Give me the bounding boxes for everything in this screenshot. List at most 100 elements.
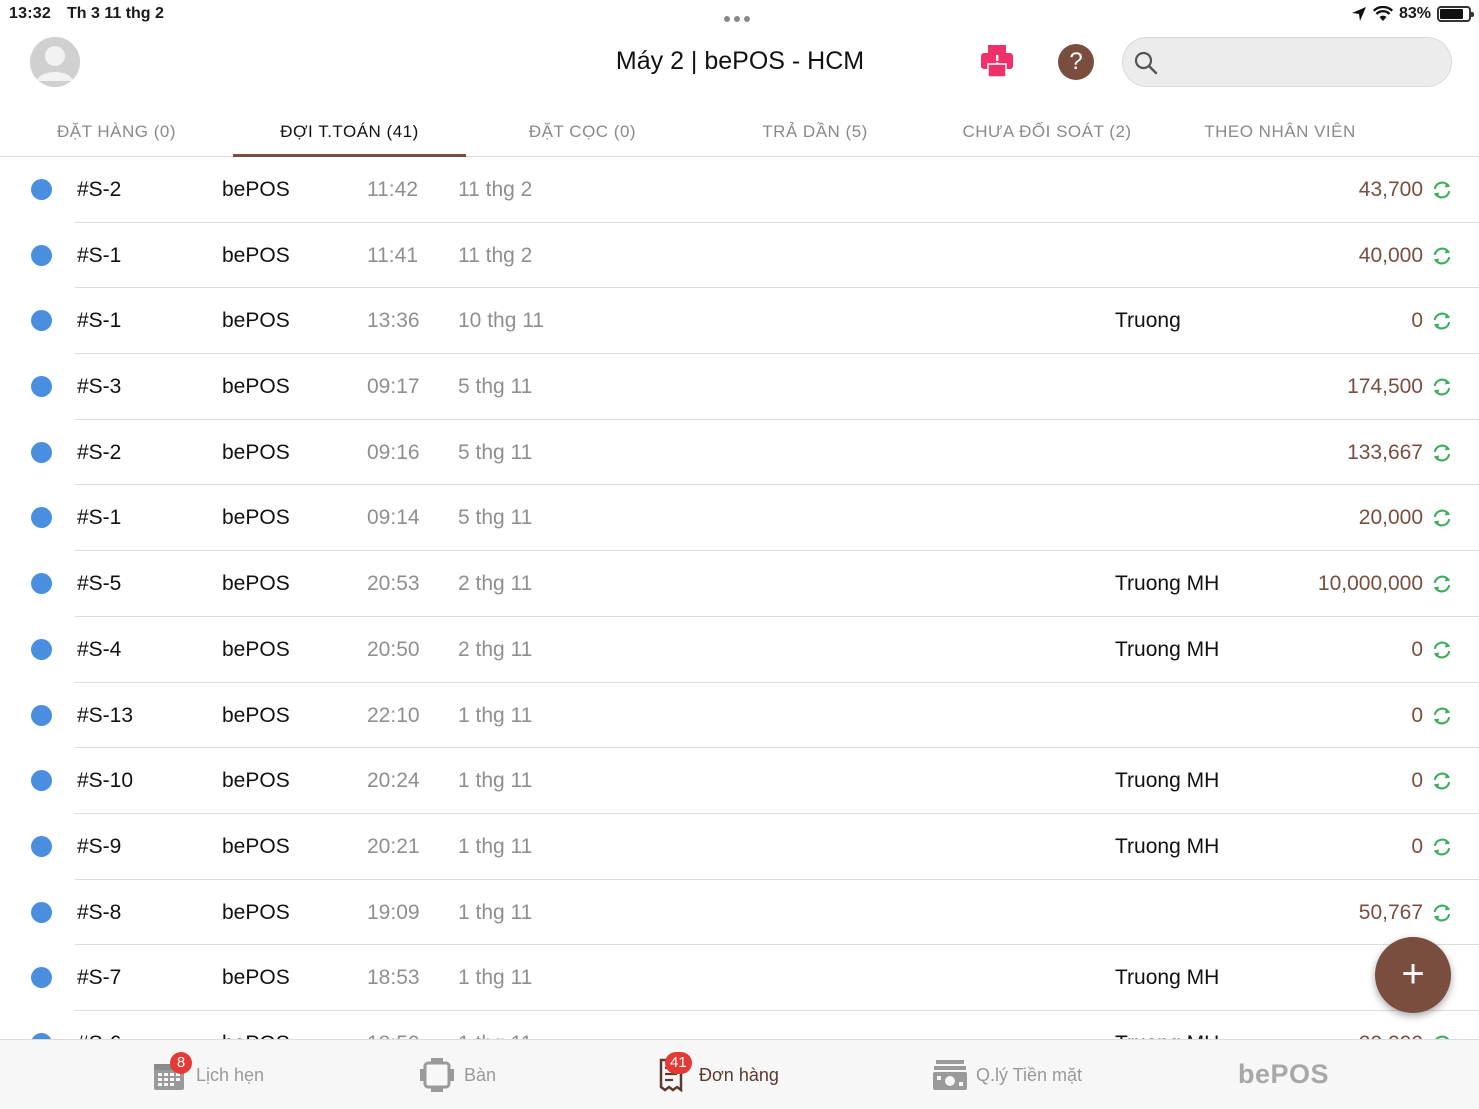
order-row[interactable]: #S-1 bePOS 13:36 10 thg 11 Truong 0 — [0, 288, 1479, 354]
battery-icon — [1437, 6, 1474, 22]
order-date: 1 thg 11 — [458, 1011, 532, 1039]
order-amount: 133,667 — [1347, 440, 1423, 464]
status-time: 13:32 — [9, 5, 51, 22]
order-store: bePOS — [222, 637, 290, 661]
calendar-icon: 8 — [152, 1052, 192, 1092]
sync-icon[interactable] — [1431, 245, 1453, 267]
order-row[interactable]: #S-10 bePOS 20:24 1 thg 11 Truong MH 0 — [0, 748, 1479, 814]
order-time: 18:50 — [367, 1011, 420, 1039]
order-date: 2 thg 11 — [458, 572, 533, 596]
search-icon — [1134, 51, 1158, 75]
status-indicators: 83% — [1351, 4, 1474, 24]
order-time: 09:14 — [367, 506, 420, 530]
order-row[interactable]: #S-2 bePOS 09:16 5 thg 11 133,667 — [0, 420, 1479, 486]
printer-button[interactable] — [978, 42, 1016, 80]
status-dot — [31, 376, 52, 398]
nav-label: Đơn hàng — [699, 1064, 779, 1085]
order-time: 20:53 — [367, 572, 420, 596]
order-list[interactable]: #S-2 bePOS 11:42 11 thg 2 43,700 #S-1 be… — [0, 157, 1479, 1039]
order-store: bePOS — [222, 243, 290, 267]
tab-tra-dan[interactable]: TRẢ DẦN (5) — [699, 108, 931, 156]
order-code: #S-5 — [77, 572, 122, 596]
order-staff: Truong MH — [1115, 769, 1220, 793]
sync-icon[interactable] — [1431, 836, 1453, 858]
order-code: #S-7 — [77, 966, 122, 990]
order-time: 09:16 — [367, 440, 420, 464]
order-amount: 43,700 — [1358, 178, 1423, 201]
order-row[interactable]: #S-5 bePOS 20:53 2 thg 11 Truong MH 10,0… — [0, 551, 1479, 617]
order-amount: 0 — [1411, 769, 1423, 793]
status-bar: 13:32 Th 3 11 thg 2 83% — [0, 0, 1479, 28]
order-code: #S-1 — [77, 506, 122, 530]
order-row[interactable]: #S-7 bePOS 18:53 1 thg 11 Truong MH — [0, 945, 1479, 1011]
tab-chua-doi-soat[interactable]: CHƯA ĐỐI SOÁT (2) — [931, 108, 1163, 156]
nav-item-ban[interactable]: Bàn — [420, 1052, 496, 1098]
sync-icon[interactable] — [1431, 770, 1453, 792]
order-row[interactable]: #S-6 bePOS 18:50 1 thg 11 Truong MH 20,0… — [0, 1011, 1479, 1039]
help-button[interactable]: ? — [1058, 44, 1094, 80]
nav-label: Bàn — [464, 1064, 497, 1085]
order-amount: 20,000 — [1358, 506, 1423, 530]
order-date: 2 thg 11 — [458, 637, 533, 661]
order-tabs: ĐẶT HÀNG (0) ĐỢI T.TOÁN (41) ĐẶT CỌC (0)… — [0, 108, 1479, 157]
order-store: bePOS — [222, 572, 290, 596]
order-row[interactable]: #S-2 bePOS 11:42 11 thg 2 43,700 — [0, 157, 1479, 223]
order-row[interactable]: #S-4 bePOS 20:50 2 thg 11 Truong MH 0 — [0, 617, 1479, 683]
order-amount: 50,767 — [1358, 900, 1423, 924]
order-amount: 20,000 — [1359, 1011, 1423, 1039]
sync-icon[interactable] — [1431, 376, 1453, 398]
order-date: 11 thg 2 — [458, 243, 533, 267]
order-row[interactable]: #S-1 bePOS 11:41 11 thg 2 40,000 — [0, 223, 1479, 289]
status-dot — [31, 638, 52, 660]
status-dot — [31, 441, 52, 463]
sync-icon[interactable] — [1431, 507, 1453, 529]
tab-dat-hang[interactable]: ĐẶT HÀNG (0) — [0, 108, 233, 156]
order-date: 1 thg 11 — [458, 769, 533, 793]
order-row[interactable]: #S-1 bePOS 09:14 5 thg 11 20,000 — [0, 485, 1479, 551]
orders-badge: 41 — [665, 1052, 692, 1074]
sync-icon[interactable] — [1431, 179, 1453, 201]
order-row[interactable]: #S-3 bePOS 09:17 5 thg 11 174,500 — [0, 354, 1479, 420]
table-icon — [420, 1058, 454, 1092]
order-code: #S-1 — [77, 243, 122, 267]
sync-icon[interactable] — [1431, 639, 1453, 661]
order-store: bePOS — [222, 1011, 290, 1039]
add-order-button[interactable]: + — [1375, 937, 1451, 1013]
nav-item-don-hang[interactable]: 41 Đơn hàng — [655, 1052, 779, 1098]
order-staff: Truong MH — [1115, 1011, 1219, 1039]
app-header: Máy 2 | bePOS - HCM ? — [0, 28, 1479, 98]
avatar[interactable] — [30, 37, 80, 87]
order-amount: 40,000 — [1358, 243, 1423, 267]
order-row[interactable]: #S-9 bePOS 20:21 1 thg 11 Truong MH 0 — [0, 814, 1479, 880]
status-dot — [31, 179, 52, 200]
nav-item-quan-ly-tien-mat[interactable]: Q.lý Tiền mặt — [932, 1052, 1082, 1098]
order-date: 1 thg 11 — [458, 703, 533, 727]
sync-icon[interactable] — [1431, 705, 1453, 727]
tab-dat-coc[interactable]: ĐẶT CỌC (0) — [466, 108, 699, 156]
receipt-icon: 41 — [655, 1052, 692, 1093]
tab-theo-nhan-vien[interactable]: THEO NHÂN VIÊN — [1163, 108, 1397, 156]
order-code: #S-4 — [77, 637, 122, 661]
location-arrow-icon — [1351, 7, 1366, 21]
multitasking-dots-icon[interactable] — [724, 9, 756, 22]
search-input[interactable] — [1167, 38, 1443, 86]
order-store: bePOS — [222, 834, 290, 858]
status-dot — [31, 967, 52, 989]
tab-doi-thanh-toan[interactable]: ĐỢI T.TOÁN (41) — [233, 108, 466, 157]
order-code: #S-2 — [77, 440, 122, 464]
sync-icon[interactable] — [1431, 442, 1453, 464]
order-staff: Truong MH — [1115, 966, 1220, 990]
order-date: 5 thg 11 — [458, 440, 533, 464]
order-store: bePOS — [222, 178, 290, 201]
order-row[interactable]: #S-8 bePOS 19:09 1 thg 11 50,767 — [0, 880, 1479, 946]
order-store: bePOS — [222, 703, 290, 727]
order-staff: Truong MH — [1115, 834, 1220, 858]
status-dot — [31, 835, 52, 857]
sync-icon[interactable] — [1431, 310, 1453, 332]
sync-icon[interactable] — [1431, 902, 1453, 924]
sync-icon[interactable] — [1431, 573, 1453, 595]
order-row[interactable]: #S-13 bePOS 22:10 1 thg 11 0 — [0, 683, 1479, 749]
search-box[interactable] — [1122, 37, 1452, 87]
nav-item-lich-hen[interactable]: 8 Lịch hẹn — [152, 1052, 264, 1098]
status-dot — [31, 310, 52, 332]
